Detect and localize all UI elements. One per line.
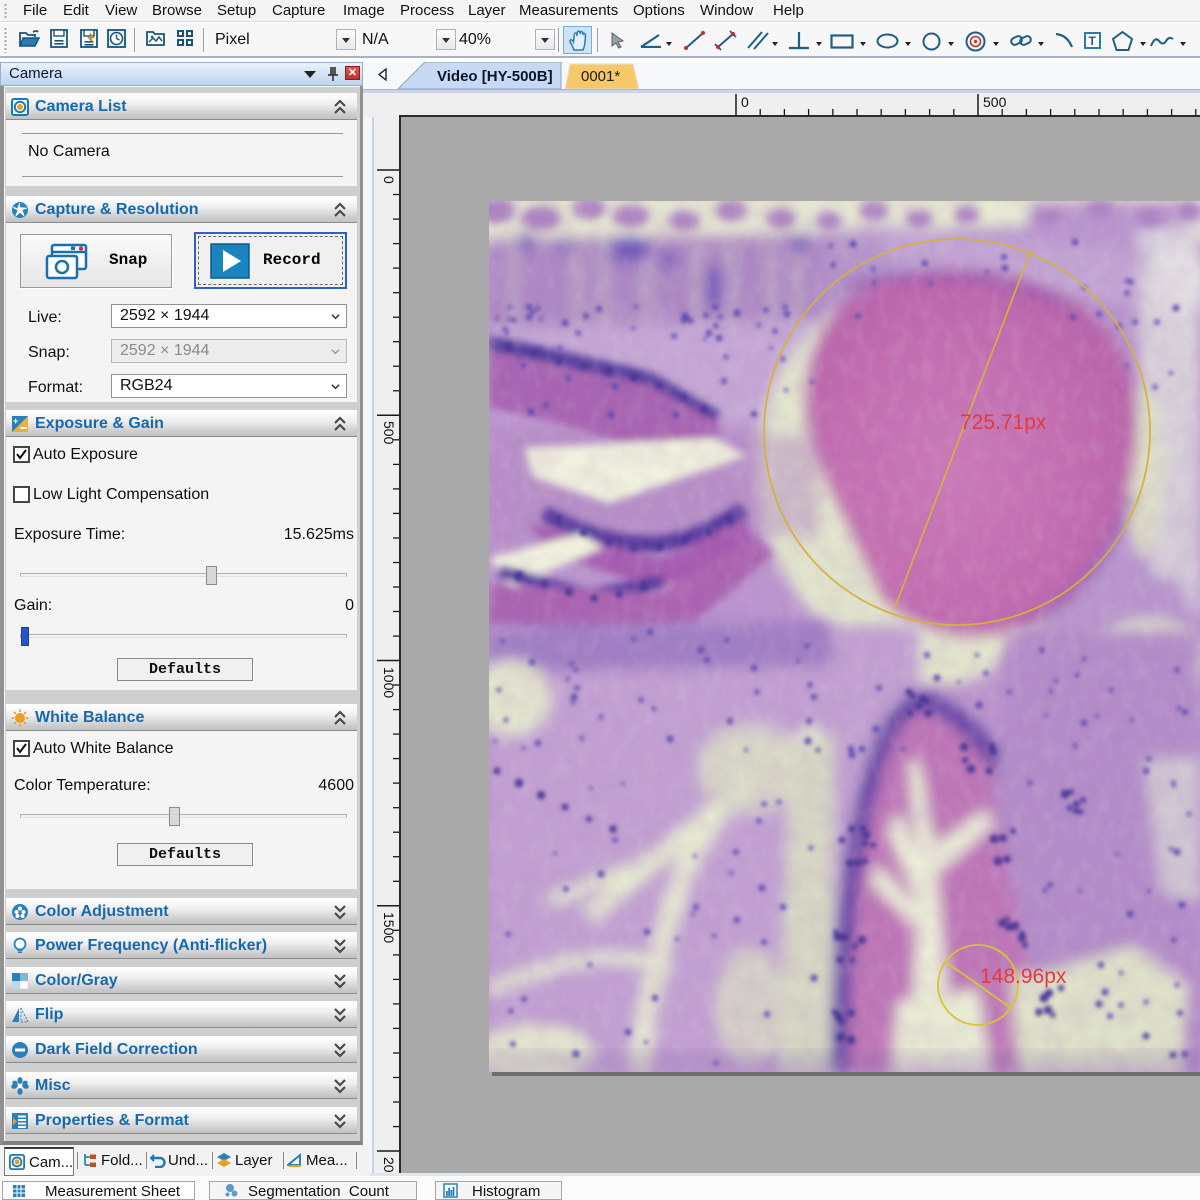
svg-text:0: 0 xyxy=(741,94,749,110)
svg-text:T: T xyxy=(1089,34,1097,48)
svg-text:148.96px: 148.96px xyxy=(980,965,1067,988)
svg-text:2000: 2000 xyxy=(381,1157,397,1173)
svg-text:1000: 1000 xyxy=(381,667,397,698)
svg-text:1500: 1500 xyxy=(381,912,397,943)
svg-text:0001*: 0001* xyxy=(581,68,620,85)
svg-text:500: 500 xyxy=(381,421,397,445)
svg-text:0: 0 xyxy=(381,176,397,184)
svg-text:500: 500 xyxy=(983,94,1007,110)
svg-text:+: + xyxy=(13,416,18,426)
svg-text:725.71px: 725.71px xyxy=(960,411,1047,434)
svg-text:Video [HY-500B]: Video [HY-500B] xyxy=(437,68,553,85)
